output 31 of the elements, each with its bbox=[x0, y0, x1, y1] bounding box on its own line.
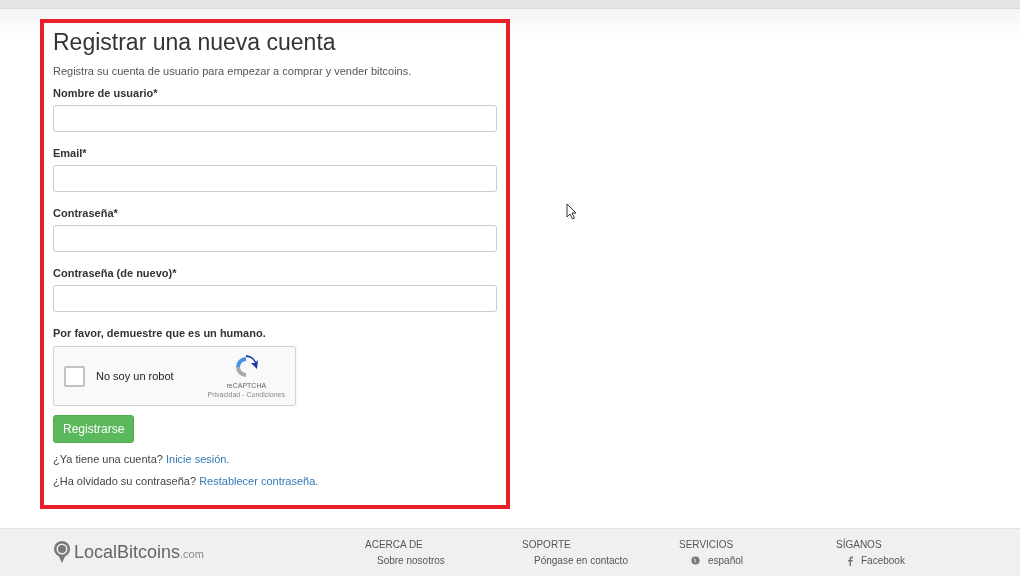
recaptcha-icon bbox=[233, 355, 260, 379]
footer-link[interactable]: Sobre nosotros bbox=[377, 555, 445, 566]
footer-heading: SERVICIOS bbox=[679, 539, 735, 550]
page-title: Registrar una nueva cuenta bbox=[53, 29, 337, 56]
input-field[interactable] bbox=[53, 225, 497, 252]
checkbox-label: No soy un robot bbox=[96, 370, 174, 382]
footer-link[interactable]: español bbox=[708, 555, 744, 566]
field-label: Contraseña* bbox=[53, 207, 119, 219]
field-label: Email* bbox=[53, 147, 88, 159]
link[interactable]: Inicie sesión. bbox=[165, 453, 230, 465]
footer-link[interactable]: Facebook bbox=[861, 555, 905, 566]
bitcoin-pin-icon bbox=[53, 540, 71, 564]
captcha-prompt: Por favor, demuestre que es un humano. bbox=[53, 327, 267, 339]
globe-icon bbox=[691, 556, 700, 565]
input-field[interactable] bbox=[53, 165, 497, 192]
footer-link[interactable]: Póngase en contacto bbox=[534, 555, 628, 566]
facebook-icon bbox=[848, 555, 853, 566]
link[interactable]: Restablecer contraseña. bbox=[199, 475, 319, 487]
input-field[interactable] bbox=[53, 285, 497, 312]
footer-heading: SOPORTE bbox=[522, 539, 572, 550]
checkbox[interactable] bbox=[64, 365, 85, 387]
footer-heading: SÍGANOS bbox=[836, 539, 883, 550]
help-text: ¿Ya tiene una cuenta? Inicie sesión. bbox=[53, 453, 231, 465]
mouse-pointer-icon bbox=[566, 203, 578, 220]
input-field[interactable] bbox=[53, 105, 497, 132]
subtitle: Registra su cuenta de usuario para empezar a comprar y vender bitcoins. bbox=[53, 65, 413, 77]
field-label: Nombre de usuario* bbox=[53, 87, 159, 99]
footer-heading: ACERCA DE bbox=[365, 539, 424, 550]
field-label: Contraseña (de nuevo)* bbox=[53, 267, 178, 279]
help-text: ¿Ha olvidado su contraseña? Restablecer contraseña. bbox=[53, 475, 320, 487]
logo-text[interactable]: LocalBitcoins.com bbox=[74, 541, 204, 563]
